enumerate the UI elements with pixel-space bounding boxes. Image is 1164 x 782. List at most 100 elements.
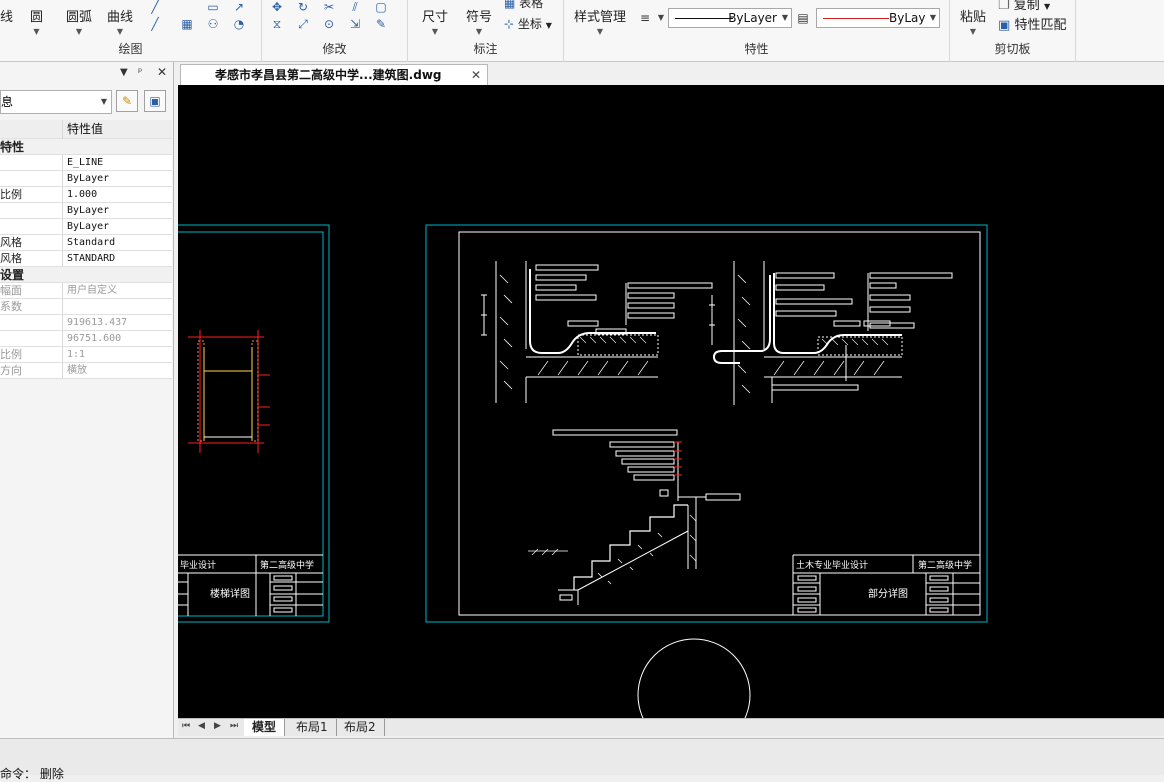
polyline-icon[interactable]: ╱	[148, 0, 162, 14]
point-icon[interactable]: ↗	[232, 0, 246, 14]
detail-1	[481, 261, 713, 403]
property-key: 风格	[0, 235, 63, 251]
linetype-combo[interactable]: ByLayer ▼	[668, 8, 792, 28]
edit-icon[interactable]: ✎	[374, 17, 388, 31]
left-sheet-name: 楼梯详图	[210, 587, 250, 600]
stretch-icon[interactable]: ⇲	[348, 17, 362, 31]
construction-line-icon[interactable]: ╱	[148, 17, 162, 31]
ribbon-group-draw: 线 圆 ▼ 圆弧 ▼ 曲线 ▼ ╱ ╱ ▦ ⚇ ◔ ▭ ↗ 绘图	[0, 0, 262, 62]
symbol-label: 符号	[466, 10, 493, 25]
table-button[interactable]: ▦ 表格	[504, 0, 543, 11]
dimension-button[interactable]: 尺寸 ▼	[422, 6, 448, 36]
arc-button[interactable]: 圆弧 ▼	[66, 6, 92, 36]
property-rows: 特性 E_LINE ByLayer 比例 1.000 ByLayer ByLayer 风格 St…	[0, 139, 172, 379]
symbol-button[interactable]: 符号 ▼	[466, 6, 492, 36]
chevron-down-icon: ▼	[781, 13, 788, 22]
close-icon[interactable]: ✕	[471, 65, 481, 85]
layout-tab-bar: ⏮ ◀ ▶ ⏭ 模型 布局1 布局2	[178, 718, 1164, 736]
linetype-value: ByLayer	[728, 11, 777, 25]
chevron-down-icon[interactable]: ▼	[654, 11, 668, 25]
tab-layout1-label: 布局1	[296, 720, 328, 734]
command-line: 命令： 删除	[0, 767, 64, 781]
style-manager-label: 样式管理	[574, 10, 627, 25]
region-icon[interactable]: ⚇	[206, 17, 220, 31]
pin-icon[interactable]: ᵖ	[138, 67, 142, 78]
offset-icon[interactable]: ⫽	[348, 0, 362, 14]
property-value: ByLayer	[67, 205, 110, 216]
hatch-icon[interactable]: ▦	[180, 17, 194, 31]
property-category: 设置	[0, 267, 172, 283]
lineweight-combo[interactable]: ByLayer ▼	[816, 8, 940, 28]
move-icon[interactable]: ✥	[270, 0, 284, 14]
style-manager-button[interactable]: 样式管理 ▼	[574, 6, 626, 36]
paste-label: 粘贴	[960, 10, 987, 25]
lineweight-value: ByLayer	[889, 11, 925, 25]
ribbon-group-modify: ✥ ↻ ✂ ⫽ ▢ ⧖ ⤢ ⊙ ⇲ ✎ 修改	[262, 0, 408, 62]
match-properties-button[interactable]: ▣ 特性匹配	[998, 14, 1066, 33]
property-value: 1:1	[67, 349, 86, 360]
first-tab-icon[interactable]: ⏮	[182, 721, 190, 731]
chevron-down-icon: ▼	[33, 27, 40, 36]
draw-group-label: 绘图	[118, 42, 143, 56]
copy-button[interactable]: ❐ 复制 ▼	[998, 0, 1050, 13]
document-tab[interactable]: 孝感市孝昌县第二高级中学...建筑图.dwg ✕	[180, 64, 488, 85]
property-value	[67, 299, 172, 315]
property-key: 比例	[0, 187, 63, 203]
chevron-down-icon: ▼	[431, 27, 439, 36]
ribbon-group-properties: 样式管理 ▼ ≡ ▼ ByLayer ▼ ▤ ByLayer ▼ 特性	[564, 0, 950, 62]
circle-entity	[637, 638, 751, 718]
extend-icon[interactable]: ⊙	[322, 17, 336, 31]
property-row[interactable]: 风格 STANDARD	[0, 251, 172, 267]
circle-button[interactable]: 圆 ▼	[30, 6, 43, 36]
lineweight-icon[interactable]: ▤	[796, 11, 810, 25]
properties-group-label: 特性	[744, 42, 769, 56]
command-area[interactable]: 命令： 删除	[0, 738, 1164, 781]
close-icon[interactable]: ✕	[157, 65, 167, 79]
tab-layout1[interactable]: 布局1	[288, 719, 337, 736]
layer-lines-icon[interactable]: ≡	[638, 11, 652, 25]
object-selector[interactable]: 息 ▼	[0, 90, 112, 114]
dimension-label: 尺寸	[422, 10, 449, 25]
revcloud-icon[interactable]: ◔	[232, 17, 246, 31]
next-tab-icon[interactable]: ▶	[214, 721, 221, 731]
chevron-down-icon: ▼	[116, 27, 124, 36]
property-key	[0, 219, 63, 235]
tab-layout2[interactable]: 布局2	[336, 719, 385, 736]
property-key: 风格	[0, 251, 63, 267]
property-row[interactable]: E_LINE	[0, 155, 172, 171]
mirror-icon[interactable]: ⧖	[270, 17, 284, 31]
property-row[interactable]: 风格 Standard	[0, 235, 172, 251]
curve-button[interactable]: 曲线 ▼	[107, 6, 133, 36]
rectangle-icon[interactable]: ▭	[206, 0, 220, 14]
paste-button[interactable]: 粘贴 ▼	[960, 6, 986, 36]
last-tab-icon[interactable]: ⏭	[230, 721, 238, 731]
drawing-canvas[interactable]: 毕业设计 第二高级中学 楼梯详图 土木专业毕业设计 第二高级中学 部分详图	[178, 85, 1164, 718]
select-objects-button[interactable]: ▣	[144, 90, 166, 112]
select-objects-icon: ▣	[149, 94, 161, 108]
rotate-icon[interactable]: ↻	[296, 0, 310, 14]
property-key	[0, 171, 63, 187]
chevron-down-icon: ▼	[596, 27, 604, 36]
scale-icon[interactable]: ⤢	[296, 17, 310, 31]
property-row: 96751.600	[0, 331, 172, 347]
table-icon: ▦	[504, 0, 516, 10]
property-row[interactable]: ByLayer	[0, 203, 172, 219]
property-row[interactable]: 比例 1.000	[0, 187, 172, 203]
property-value: ByLayer	[67, 221, 110, 232]
detail-2	[709, 261, 953, 405]
panel-menu-icon[interactable]: ▼	[120, 67, 128, 78]
property-key	[0, 331, 63, 347]
property-key: 设置	[0, 268, 25, 282]
trim-icon[interactable]: ✂	[322, 0, 336, 14]
quick-select-button[interactable]: ✎	[116, 90, 138, 112]
property-row[interactable]: ByLayer	[0, 171, 172, 187]
line-button[interactable]: 线	[0, 6, 13, 25]
tab-model[interactable]: 模型	[244, 719, 286, 736]
prev-tab-icon[interactable]: ◀	[198, 721, 205, 731]
property-value: 用户自定义	[67, 285, 117, 296]
array-icon[interactable]: ▢	[374, 0, 388, 14]
coordinate-button[interactable]: ⊹ 坐标 ▼	[504, 15, 552, 32]
coordinate-icon: ⊹	[504, 17, 515, 31]
chevron-down-icon: ▼	[1043, 2, 1051, 11]
property-row[interactable]: ByLayer	[0, 219, 172, 235]
